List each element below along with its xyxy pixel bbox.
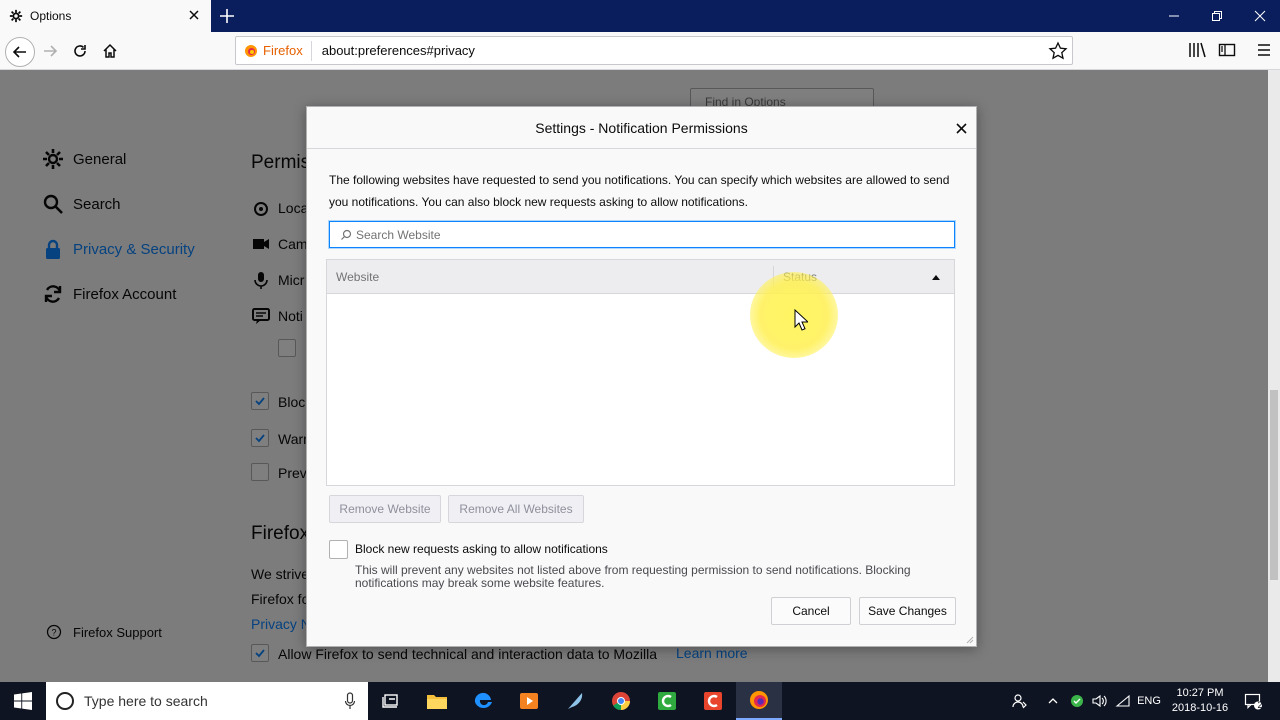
bookmark-star-icon[interactable] — [1048, 41, 1068, 61]
start-button[interactable] — [0, 682, 46, 720]
search-website-input[interactable] — [356, 227, 916, 242]
arrow-left-icon — [12, 46, 26, 58]
green-shield-icon — [1071, 695, 1083, 707]
menu-hamburger-icon[interactable] — [1254, 40, 1274, 60]
feather-app-icon — [568, 693, 583, 709]
navigation-toolbar: Firefox about:preferences#privacy — [0, 32, 1280, 70]
dialog-header: Settings - Notification Permissions — [307, 107, 976, 149]
block-new-requests-label: Block new requests asking to allow notif… — [355, 542, 608, 556]
identity-label: Firefox — [263, 43, 303, 58]
firefox-logo-icon — [750, 691, 768, 709]
taskbar-search-box[interactable]: Type here to search — [46, 682, 368, 720]
task-view-icon — [382, 694, 398, 708]
dialog-close-button[interactable] — [952, 119, 970, 137]
close-tab-icon[interactable] — [187, 8, 201, 22]
resize-grip-icon[interactable] — [964, 634, 974, 644]
clock-time: 10:27 PM — [1176, 687, 1224, 699]
taskbar-camtasia-red[interactable] — [690, 682, 736, 720]
forward-button[interactable] — [39, 40, 61, 62]
tray-show-hidden[interactable] — [1042, 682, 1064, 720]
sort-ascending-icon — [932, 275, 940, 280]
tray-app[interactable] — [1066, 682, 1088, 720]
microphone-icon[interactable] — [344, 692, 356, 710]
task-view-button[interactable] — [368, 682, 414, 720]
cortana-icon — [56, 692, 74, 710]
home-icon — [103, 43, 117, 58]
block-new-requests-note: This will prevent any websites not liste… — [355, 563, 911, 590]
close-icon — [1254, 10, 1266, 22]
restore-icon — [1212, 11, 1222, 21]
column-header-website[interactable]: Website — [336, 270, 379, 284]
taskbar-chrome[interactable] — [598, 682, 644, 720]
taskbar-media-player[interactable] — [506, 682, 552, 720]
windows-taskbar: Type here to search ENG 10:27 PM 2018-10… — [0, 682, 1280, 720]
minimize-button[interactable] — [1152, 0, 1196, 32]
media-player-icon — [520, 693, 538, 709]
chrome-logo-icon — [612, 692, 630, 710]
minimize-icon — [1169, 15, 1179, 17]
tab-options[interactable]: Options — [0, 0, 211, 32]
folder-icon — [427, 695, 447, 709]
home-button[interactable] — [99, 40, 121, 62]
table-header: Website Status — [327, 260, 954, 294]
page-scrollbar[interactable] — [1268, 70, 1280, 682]
clock-date: 2018-10-16 — [1171, 702, 1229, 714]
back-button[interactable] — [5, 37, 35, 67]
tray-people[interactable] — [1008, 682, 1032, 720]
search-website-box[interactable] — [329, 221, 955, 248]
websites-table: Website Status — [326, 259, 955, 486]
volume-icon — [1092, 694, 1107, 708]
taskbar-search-placeholder: Type here to search — [84, 693, 208, 709]
notification-permissions-dialog: Settings - Notification Permissions The … — [306, 106, 977, 647]
taskbar-firefox[interactable] — [736, 682, 782, 720]
notification-count: 2 — [1257, 700, 1263, 710]
taskbar-file-explorer[interactable] — [414, 682, 460, 720]
scrollbar-thumb[interactable] — [1270, 390, 1278, 580]
edge-logo-icon — [474, 692, 492, 709]
reload-button[interactable] — [69, 40, 91, 62]
wifi-icon — [1115, 694, 1130, 707]
tray-network[interactable] — [1112, 682, 1134, 720]
tray-volume[interactable] — [1088, 682, 1110, 720]
url-bar[interactable]: Firefox about:preferences#privacy — [235, 36, 1073, 65]
close-window-button[interactable] — [1238, 0, 1280, 32]
green-app-icon — [658, 692, 676, 710]
tray-language[interactable]: ENG — [1134, 682, 1164, 720]
dialog-description: The following websites have requested to… — [329, 173, 950, 209]
action-center-button[interactable]: 2 — [1238, 682, 1268, 720]
dialog-title: Settings - Notification Permissions — [535, 119, 748, 136]
firefox-logo-icon — [245, 44, 257, 57]
new-tab-icon[interactable] — [217, 6, 237, 26]
restore-button[interactable] — [1195, 0, 1239, 32]
people-icon — [1012, 694, 1027, 709]
save-changes-button[interactable]: Save Changes — [859, 597, 956, 625]
url-text[interactable]: about:preferences#privacy — [322, 43, 475, 58]
search-icon — [341, 229, 352, 240]
taskbar-edge[interactable] — [460, 682, 506, 720]
gear-icon — [9, 9, 23, 23]
windows-logo-icon — [14, 692, 32, 710]
chevron-up-icon — [1048, 698, 1058, 704]
tray-clock[interactable]: 10:27 PM 2018-10-16 — [1166, 686, 1234, 716]
mouse-cursor-icon — [794, 309, 808, 331]
tab-title: Options — [30, 9, 72, 23]
red-app-icon — [704, 692, 722, 710]
identity-box[interactable]: Firefox — [236, 40, 312, 61]
remove-website-button[interactable]: Remove Website — [329, 495, 441, 523]
arrow-right-icon — [44, 45, 58, 57]
title-bar: Options — [0, 0, 1280, 32]
library-icon[interactable] — [1187, 40, 1207, 60]
sidebar-toggle-icon[interactable] — [1217, 40, 1237, 60]
remove-all-websites-button[interactable]: Remove All Websites — [448, 495, 584, 523]
taskbar-camtasia-green[interactable] — [644, 682, 690, 720]
block-new-requests-checkbox[interactable] — [329, 540, 348, 559]
reload-icon — [74, 45, 86, 57]
close-icon — [955, 122, 967, 134]
taskbar-app-blue[interactable] — [552, 682, 598, 720]
cancel-button[interactable]: Cancel — [771, 597, 851, 625]
